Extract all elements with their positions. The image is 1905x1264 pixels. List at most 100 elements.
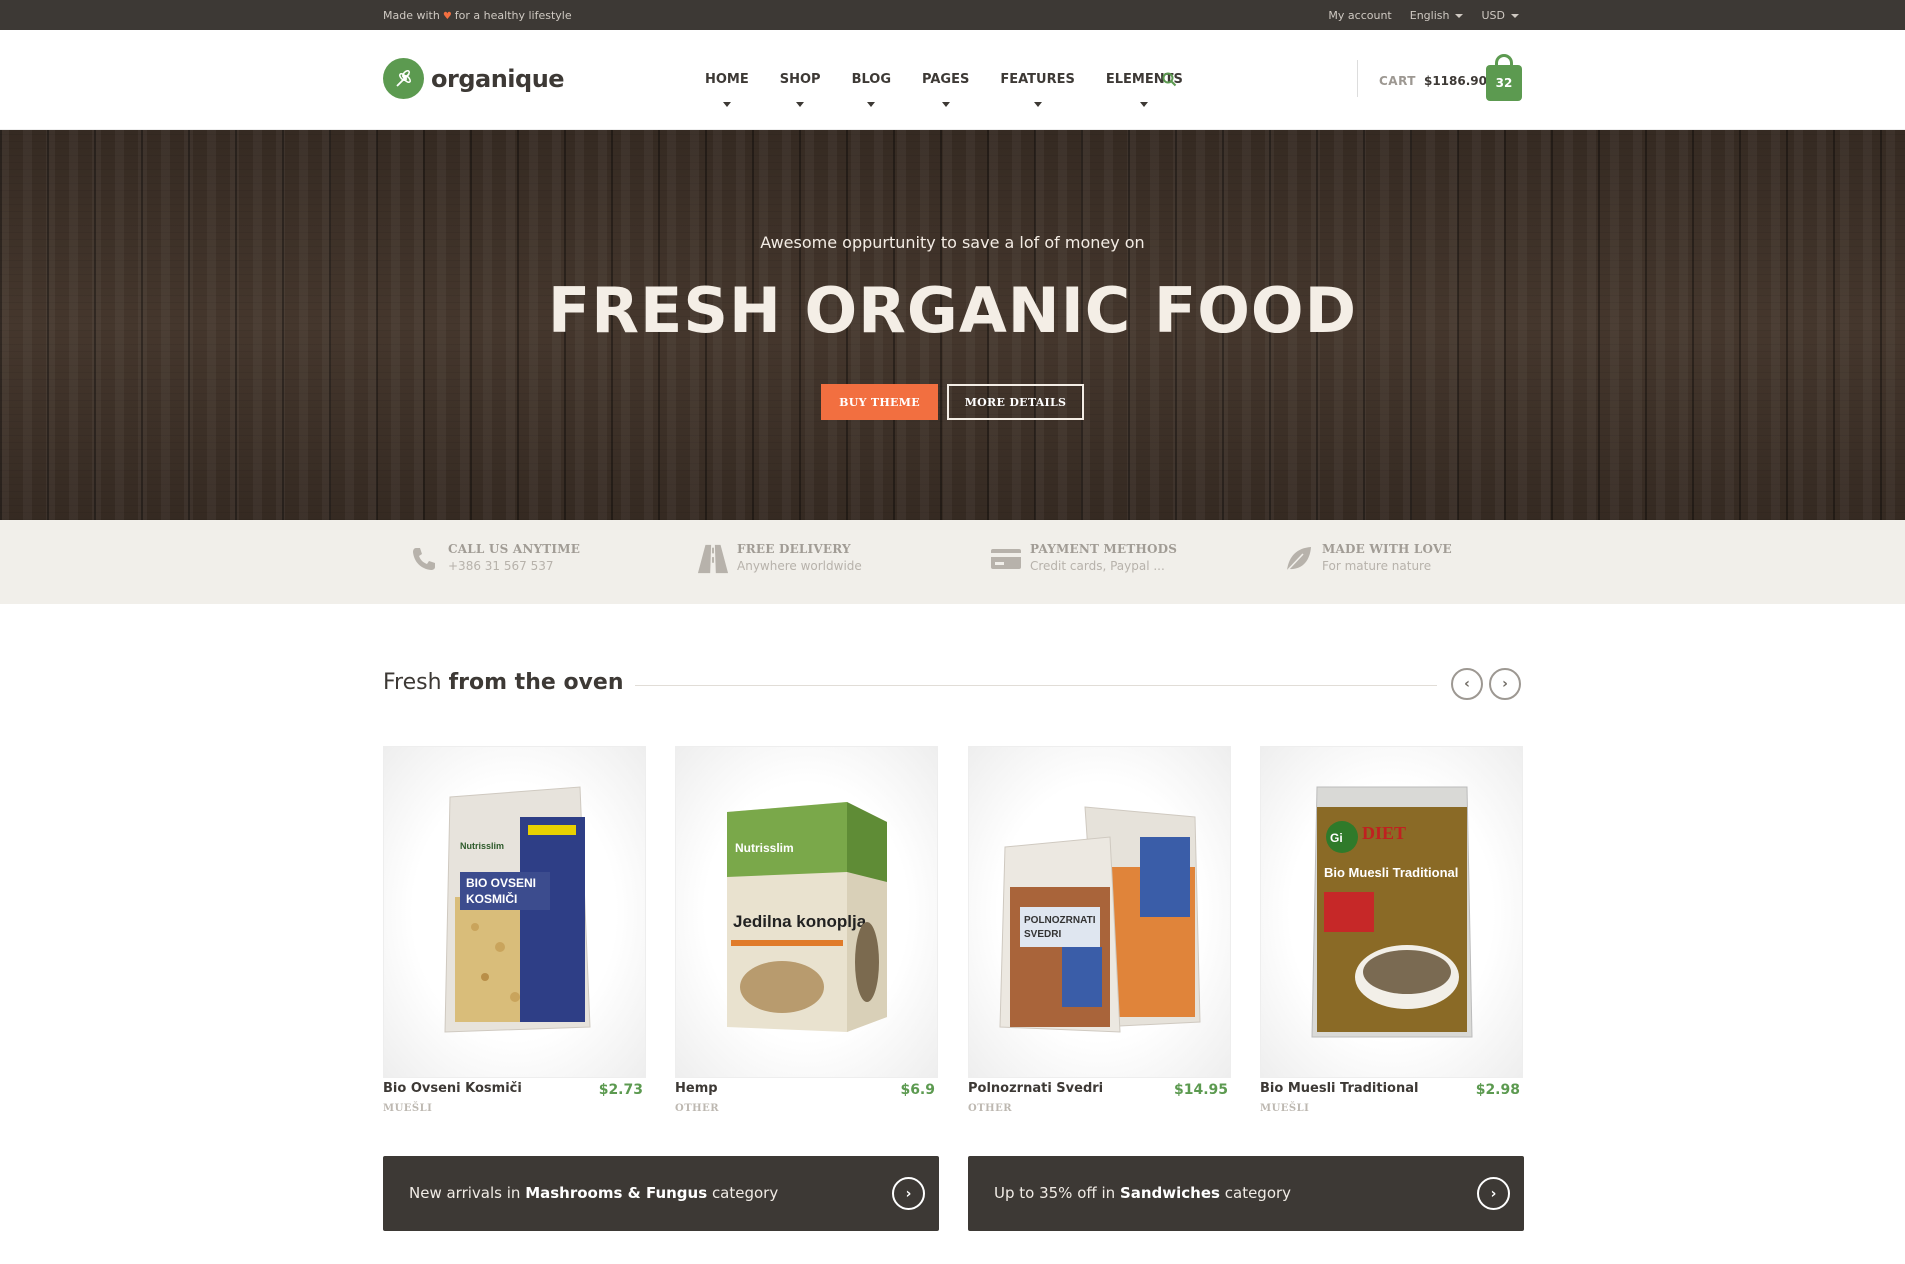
product-image[interactable]: Gi DIET Bio Muesli Traditional <box>1260 746 1523 1078</box>
section-title-light: Fresh <box>383 670 442 695</box>
language-select[interactable]: English <box>1410 9 1464 22</box>
promo-suffix: category <box>1224 1184 1292 1202</box>
chevron-left-icon: ‹ <box>1464 676 1470 692</box>
product-image[interactable]: Nutrisslim Jedilna konoplja <box>675 746 938 1078</box>
promo-category: Mashrooms & Fungus <box>525 1184 708 1202</box>
nav-home-label: HOME <box>705 72 749 87</box>
heart-icon: ♥ <box>442 10 452 22</box>
pack-brand: Nutrisslim <box>735 841 794 855</box>
product-name[interactable]: Polnozrnati Svedri <box>968 1081 1103 1096</box>
features-strip: CALL US ANYTIME +386 31 567 537 FREE DEL… <box>0 520 1905 604</box>
section-title-bold: from the oven <box>448 670 624 695</box>
hero-buttons: BUY THEME MORE DETAILS <box>0 384 1905 420</box>
nav-shop[interactable]: SHOP <box>780 72 821 107</box>
product-card[interactable]: POLNOZRNATI SVEDRI Polnozrnati Svedri $1… <box>968 746 1231 1114</box>
caret-down-icon <box>1033 102 1042 107</box>
cart-total: $1186.90 <box>1423 74 1487 88</box>
nav-blog-label: BLOG <box>851 72 892 87</box>
product-price: $2.98 <box>1475 1082 1520 1098</box>
carousel-next-button[interactable]: › <box>1489 668 1521 700</box>
feature-subtitle: For mature nature <box>1322 559 1432 573</box>
promo-text: Up to 35% off in Sandwiches category <box>994 1184 1291 1202</box>
pasta-bags-icon: POLNOZRNATI SVEDRI <box>998 806 1201 1033</box>
nav-features[interactable]: FEATURES <box>1000 72 1075 107</box>
pack-text: Jedilna konoplja <box>733 912 867 931</box>
wheat-icon <box>383 58 424 99</box>
chevron-right-icon[interactable]: › <box>892 1177 925 1210</box>
chevron-right-icon: › <box>1502 676 1508 692</box>
product-card[interactable]: Nutrisslim Jedilna konoplja Hemp $6.9 OT… <box>675 746 938 1114</box>
product-price: $6.9 <box>900 1082 935 1098</box>
my-account-link[interactable]: My account <box>1328 9 1391 22</box>
product-category[interactable]: MUEŠLI <box>383 1103 432 1114</box>
logo[interactable]: organique <box>383 58 565 99</box>
leaf-icon <box>1282 542 1314 576</box>
nav-pages-label: PAGES <box>922 72 970 87</box>
product-price: $14.95 <box>1173 1082 1228 1098</box>
caret-down-icon <box>867 102 876 107</box>
nav-pages[interactable]: PAGES <box>922 72 970 107</box>
promo-suffix: category <box>711 1184 779 1202</box>
hero-title: FRESH ORGANIC FOOD <box>547 274 1358 347</box>
currency-select[interactable]: USD <box>1481 9 1519 22</box>
main-nav: HOME SHOP BLOG PAGES FEATURES ELEMENTS <box>705 72 1214 107</box>
product-card[interactable]: Gi DIET Bio Muesli Traditional Bio Muesl… <box>1260 746 1523 1114</box>
muesli-bag-icon: Gi DIET Bio Muesli Traditional <box>1310 786 1473 1038</box>
caret-down-icon <box>722 102 731 107</box>
pack-text: DIET <box>1362 823 1406 843</box>
promo-category: Sandwiches <box>1119 1184 1220 1202</box>
oat-flakes-bag-icon: BIO OVSENI KOSMIČI Nutrisslim <box>443 786 591 1033</box>
hemp-box-icon: Nutrisslim Jedilna konoplja <box>726 802 887 1032</box>
more-details-button[interactable]: MORE DETAILS <box>947 384 1084 420</box>
pack-brand: Nutrisslim <box>460 841 504 851</box>
product-category[interactable]: MUEŠLI <box>1260 1103 1309 1114</box>
product-name[interactable]: Bio Ovseni Kosmiči <box>383 1081 522 1096</box>
promo-prefix: Up to 35% off in <box>994 1184 1116 1202</box>
divider <box>615 685 1437 686</box>
feature-subtitle: Anywhere worldwide <box>737 559 862 573</box>
promo-text: New arrivals in Mashrooms & Fungus categ… <box>409 1184 778 1202</box>
feature-title: FREE DELIVERY <box>737 542 851 556</box>
phone-icon <box>408 542 440 576</box>
feature-love: MADE WITH LOVE For mature nature <box>1282 542 1452 576</box>
nav-blog[interactable]: BLOG <box>851 72 892 107</box>
carousel-prev-button[interactable]: ‹ <box>1451 668 1483 700</box>
product-category[interactable]: OTHER <box>968 1103 1012 1114</box>
pack-brand: Gi <box>1330 831 1343 845</box>
product-category[interactable]: OTHER <box>675 1103 719 1114</box>
nav-features-label: FEATURES <box>1000 72 1075 87</box>
feature-payment: PAYMENT METHODS Credit cards, Paypal ... <box>990 542 1177 576</box>
product-card[interactable]: BIO OVSENI KOSMIČI Nutrisslim Bio Ovseni… <box>383 746 646 1114</box>
section-title: Fresh from the oven <box>383 670 636 695</box>
feature-subtitle: Credit cards, Paypal ... <box>1030 559 1165 573</box>
promo-prefix: New arrivals in <box>409 1184 521 1202</box>
tagline-prefix: Made with <box>383 8 440 22</box>
caret-down-icon <box>796 102 805 107</box>
feature-delivery: FREE DELIVERY Anywhere worldwide <box>697 542 862 576</box>
cart-count-badge: 32 <box>1486 65 1522 101</box>
chevron-right-icon[interactable]: › <box>1477 1177 1510 1210</box>
pack-text: SVEDRI <box>1024 929 1061 940</box>
cart-bag-icon[interactable]: 32 <box>1486 54 1522 101</box>
product-image[interactable]: BIO OVSENI KOSMIČI Nutrisslim <box>383 746 646 1078</box>
road-icon <box>697 542 729 576</box>
promo-banner-sandwiches[interactable]: Up to 35% off in Sandwiches category › <box>968 1156 1524 1231</box>
pack-text: BIO OVSENI <box>466 876 536 890</box>
promo-banner-mushrooms[interactable]: New arrivals in Mashrooms & Fungus categ… <box>383 1156 939 1231</box>
product-name[interactable]: Hemp <box>675 1081 718 1096</box>
credit-card-icon <box>990 542 1022 576</box>
cart-label: CART <box>1379 74 1416 88</box>
search-icon[interactable] <box>1162 72 1177 91</box>
product-image[interactable]: POLNOZRNATI SVEDRI <box>968 746 1231 1078</box>
feature-subtitle: +386 31 567 537 <box>448 559 554 573</box>
product-name[interactable]: Bio Muesli Traditional <box>1260 1081 1418 1096</box>
cart-summary[interactable]: CART $1186.90 <box>1379 74 1487 88</box>
nav-home[interactable]: HOME <box>705 72 749 107</box>
top-bar: Made with ♥ for a healthy lifestyle My acc… <box>0 0 1905 30</box>
pack-text: POLNOZRNATI <box>1024 915 1096 926</box>
hero-banner: Awesome oppurtunity to save a lof of mon… <box>0 130 1905 520</box>
tagline: Made with ♥ for a healthy lifestyle <box>383 9 572 22</box>
buy-theme-button[interactable]: BUY THEME <box>821 384 938 420</box>
pack-text: Bio Muesli Traditional <box>1324 865 1458 880</box>
caret-down-icon <box>941 102 950 107</box>
